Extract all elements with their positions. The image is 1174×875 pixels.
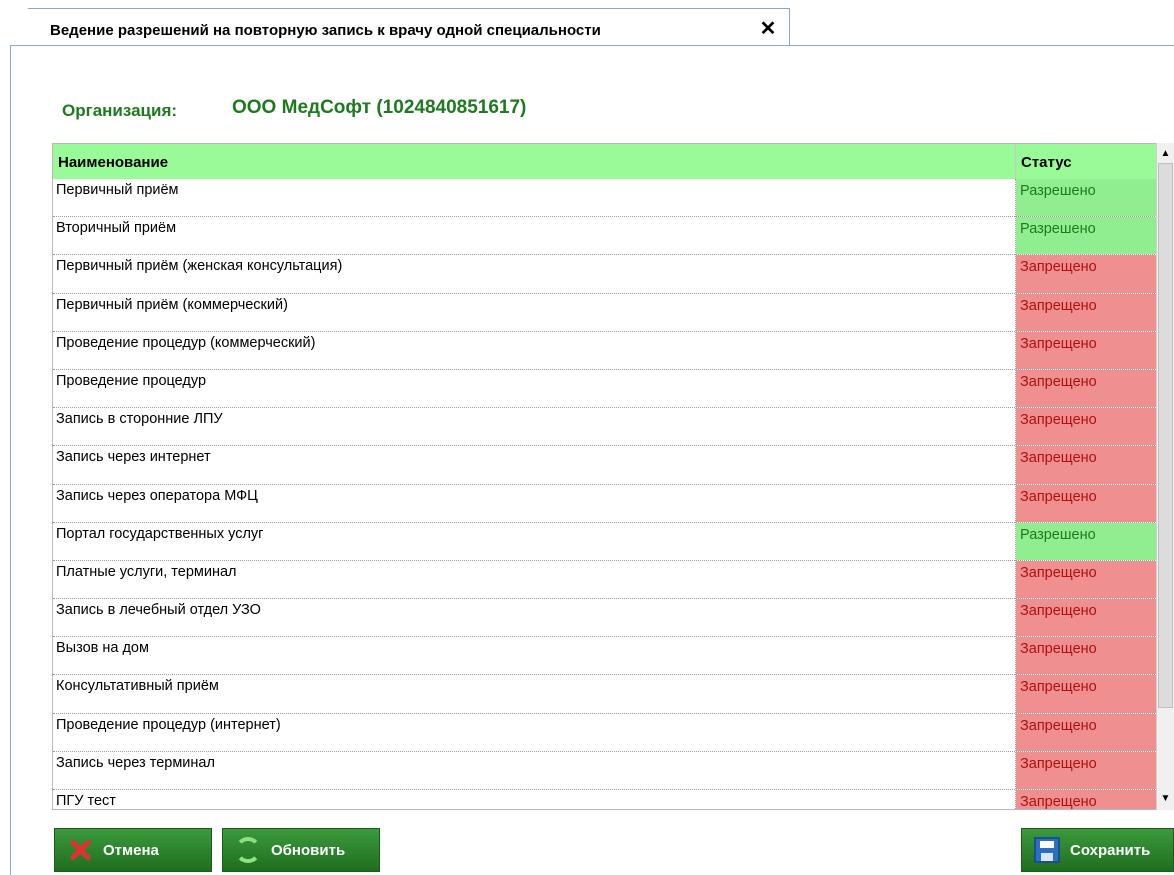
table-row[interactable]: Вызов на дом Запрещено xyxy=(53,637,1156,676)
save-button-label: Сохранить xyxy=(1070,841,1151,859)
status-cell[interactable]: Запрещено xyxy=(1016,560,1156,599)
refresh-button[interactable]: Обновить xyxy=(222,828,380,872)
organization-value: ООО МедСофт (1024840851617) xyxy=(232,97,527,118)
status-cell[interactable]: Запрещено xyxy=(1016,331,1156,369)
status-cell[interactable]: Запрещено xyxy=(1016,446,1156,484)
column-header-name[interactable]: Наименование xyxy=(58,154,168,171)
table-row[interactable]: Проведение процедур Запрещено xyxy=(53,369,1156,409)
row-name: Запись через интернет xyxy=(56,449,211,466)
table-row[interactable]: Запись в лечебный отдел УЗО Запрещено xyxy=(53,599,1156,638)
table-row[interactable]: ПГУ тест Запрещено xyxy=(53,790,1156,809)
status-cell[interactable]: Запрещено xyxy=(1016,637,1156,675)
vertical-scrollbar[interactable]: ▲ ▼ xyxy=(1156,143,1174,810)
table-row[interactable]: Платные услуги, терминал Запрещено xyxy=(53,560,1156,600)
row-name: Проведение процедур (коммерческий) xyxy=(56,334,316,351)
row-name: Проведение процедур (интернет) xyxy=(56,716,281,733)
row-name: Проведение процедур xyxy=(56,372,207,389)
status-cell[interactable]: Разрешено xyxy=(1016,179,1156,217)
scroll-down-arrow-icon[interactable]: ▼ xyxy=(1157,790,1174,808)
cancel-button-label: Отмена xyxy=(103,841,159,859)
row-name: ПГУ тест xyxy=(56,793,116,809)
status-cell[interactable]: Запрещено xyxy=(1016,484,1156,522)
status-cell[interactable]: Запрещено xyxy=(1016,675,1156,713)
floppy-disk-icon xyxy=(1034,837,1060,863)
status-cell[interactable]: Запрещено xyxy=(1016,751,1156,789)
table-row[interactable]: Вторичный приём Разрешено xyxy=(53,217,1156,256)
row-name: Первичный приём (коммерческий) xyxy=(56,296,288,313)
table-row[interactable]: Запись через интернет Запрещено xyxy=(53,446,1156,485)
status-cell[interactable]: Запрещено xyxy=(1016,369,1156,408)
cancel-button[interactable]: Отмена xyxy=(54,828,212,872)
status-cell[interactable]: Запрещено xyxy=(1016,599,1156,637)
status-cell[interactable]: Запрещено xyxy=(1016,408,1156,446)
table-row[interactable]: Первичный приём (коммерческий) Запрещено xyxy=(53,293,1156,332)
row-name: Запись в лечебный отдел УЗО xyxy=(56,602,261,619)
tab-strip: Ведение разрешений на повторную запись к… xyxy=(0,0,1174,46)
table-row[interactable]: Первичный приём Разрешено xyxy=(53,179,1156,218)
row-name: Запись через терминал xyxy=(56,754,215,771)
refresh-icon xyxy=(235,837,261,863)
row-name: Портал государственных услуг xyxy=(56,525,264,542)
row-name: Платные услуги, терминал xyxy=(56,563,237,580)
column-header-status[interactable]: Статус xyxy=(1021,154,1072,171)
status-cell[interactable]: Запрещено xyxy=(1016,713,1156,751)
table-row[interactable]: Проведение процедур (коммерческий) Запрещ… xyxy=(53,331,1156,370)
close-icon[interactable]: ✕ xyxy=(757,18,779,40)
permissions-grid: Наименование Статус Первичный приём Разре… xyxy=(52,143,1156,810)
row-name: Вызов на дом xyxy=(56,640,149,657)
status-cell[interactable]: Запрещено xyxy=(1016,255,1156,293)
save-button[interactable]: Сохранить xyxy=(1021,828,1174,872)
status-cell[interactable]: Запрещено xyxy=(1016,790,1156,809)
grid-header: Наименование Статус xyxy=(53,144,1156,179)
status-cell[interactable]: Разрешено xyxy=(1016,217,1156,255)
scrollbar-thumb[interactable] xyxy=(1158,163,1173,708)
organization-label: Организация: xyxy=(62,101,178,120)
status-cell[interactable]: Разрешено xyxy=(1016,522,1156,560)
table-row[interactable]: Запись в сторонние ЛПУ Запрещено xyxy=(53,408,1156,447)
row-name: Вторичный приём xyxy=(56,220,177,237)
table-row[interactable]: Первичный приём (женская консультация) За… xyxy=(53,255,1156,294)
row-name: Первичный приём (женская консультация) xyxy=(56,258,343,275)
status-cell[interactable]: Запрещено xyxy=(1016,293,1156,331)
table-row[interactable]: Консультативный приём Запрещено xyxy=(53,675,1156,714)
row-name: Запись в сторонние ЛПУ xyxy=(56,411,223,428)
grid-rows: Первичный приём Разрешено Вторичный приём Р… xyxy=(53,179,1156,809)
table-row[interactable]: Запись через оператора МФЦ Запрещено xyxy=(53,484,1156,523)
table-row[interactable]: Проведение процедур (интернет) Запрещено xyxy=(53,713,1156,752)
row-name: Первичный приём xyxy=(56,182,179,198)
refresh-button-label: Обновить xyxy=(271,841,346,859)
scroll-up-arrow-icon[interactable]: ▲ xyxy=(1157,145,1174,163)
x-icon xyxy=(67,837,93,863)
tab-title: Ведение разрешений на повторную запись к… xyxy=(50,22,601,39)
table-row[interactable]: Запись через терминал Запрещено xyxy=(53,751,1156,790)
table-row[interactable]: Портал государственных услуг Разрешено xyxy=(53,522,1156,561)
row-name: Консультативный приём xyxy=(56,678,219,695)
row-name: Запись через оператора МФЦ xyxy=(56,487,258,504)
